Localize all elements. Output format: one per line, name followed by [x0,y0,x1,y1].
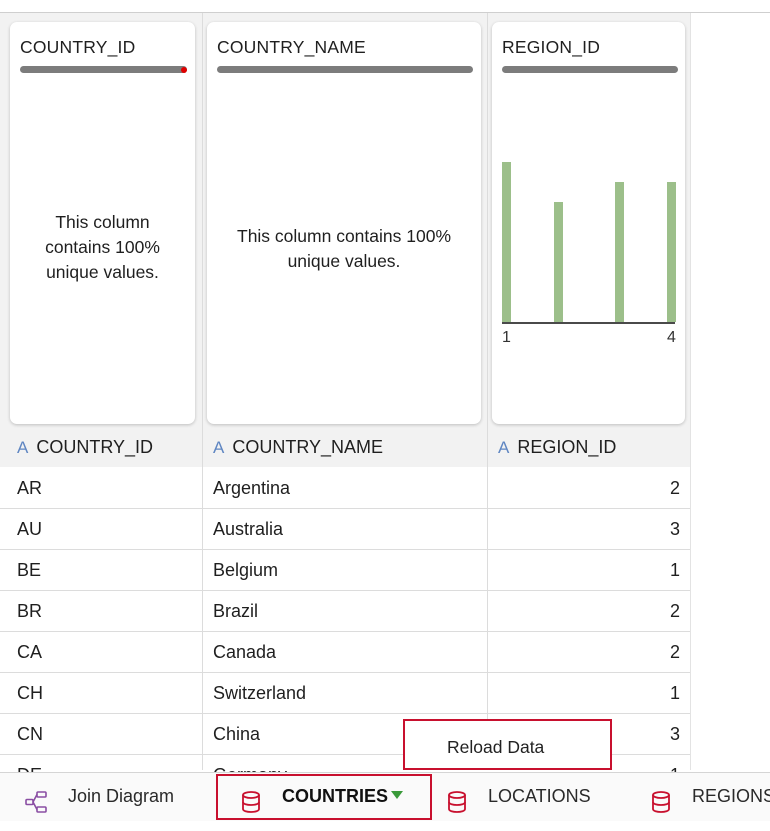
histogram-axis [502,322,675,324]
table-row[interactable]: AU Australia 3 [0,508,690,550]
string-type-icon: A [213,438,225,457]
cell-country-id[interactable]: BE [17,549,41,590]
cell-region-id[interactable]: 3 [488,508,680,549]
tab-label: LOCATIONS [488,786,591,806]
cell-region-id[interactable]: 2 [488,631,680,672]
database-icon [446,785,468,831]
column-separator [202,13,203,467]
tab-context-menu: Reload Data [403,719,612,770]
cell-country-name[interactable]: Australia [213,508,283,549]
histogram-min-label: 1 [502,329,511,346]
join-diagram-icon [24,785,48,831]
profile-card-country-name: COUNTRY_NAME This column contains 100% u… [207,22,481,424]
cell-region-id[interactable]: 2 [488,590,680,631]
column-separator [487,13,488,467]
cell-country-id[interactable]: AU [17,508,42,549]
table-row[interactable]: CA Canada 2 [0,631,690,673]
cell-region-id[interactable]: 1 [488,672,680,713]
distinct-bar [20,66,187,73]
table-row[interactable]: AR Argentina 2 [0,467,690,509]
null-indicator-dot [181,67,187,73]
cell-country-id[interactable]: CA [17,631,42,672]
profile-card-region-id: REGION_ID 1 4 [492,22,685,424]
table-row[interactable]: BE Belgium 1 [0,549,690,591]
cell-country-name[interactable]: Brazil [213,590,258,631]
table-row[interactable]: CH Switzerland 1 [0,672,690,714]
distinct-bar [217,66,473,73]
cell-country-id[interactable]: CH [17,672,43,713]
cell-region-id[interactable]: 1 [488,549,680,590]
region-histogram[interactable]: 1 4 [492,22,685,424]
tab-join-diagram[interactable]: Join Diagram [24,773,174,819]
table-row[interactable]: BR Brazil 2 [0,590,690,632]
cell-region-id[interactable]: 2 [488,467,680,508]
tab-label: Join Diagram [68,786,175,806]
cell-country-name[interactable]: Argentina [213,467,290,508]
active-tab-highlight [216,774,432,820]
cell-country-name[interactable]: Canada [213,631,276,672]
string-type-icon: A [498,438,510,457]
tab-locations[interactable]: LOCATIONS [446,773,591,819]
column-header-country-id[interactable]: A COUNTRY_ID [17,432,153,462]
database-icon [650,785,672,831]
cell-country-id[interactable]: BR [17,590,42,631]
cell-country-name[interactable]: Belgium [213,549,278,590]
column-header-label: COUNTRY_NAME [232,437,384,457]
profile-card-title: COUNTRY_NAME [217,37,366,57]
histogram-bar[interactable] [554,202,563,322]
grid-right-border [690,13,691,770]
column-header-region-id[interactable]: A REGION_ID [498,432,616,462]
tab-regions[interactable]: REGIONS [650,773,770,819]
histogram-bar[interactable] [502,162,511,322]
histogram-bar[interactable] [615,182,624,322]
cell-country-name[interactable]: China [213,713,260,754]
histogram-max-label: 4 [667,329,676,346]
profile-card-title: COUNTRY_ID [20,37,136,57]
column-header-label: REGION_ID [517,437,617,457]
cell-country-id[interactable]: CN [17,713,43,754]
profile-message: This column contains 100% unique values. [45,212,160,282]
profile-card-country-id: COUNTRY_ID This column contains 100% uni… [10,22,195,424]
histogram-bar[interactable] [667,182,676,322]
cell-country-id[interactable]: AR [17,467,42,508]
column-header-label: COUNTRY_ID [36,437,154,457]
column-header-country-name[interactable]: A COUNTRY_NAME [213,432,383,462]
profile-message: This column contains 100% unique values. [237,226,451,271]
tab-label: REGIONS [692,786,770,806]
reload-data-menu-item[interactable]: Reload Data [447,737,544,758]
string-type-icon: A [17,438,29,457]
cell-country-name[interactable]: Switzerland [213,672,306,713]
